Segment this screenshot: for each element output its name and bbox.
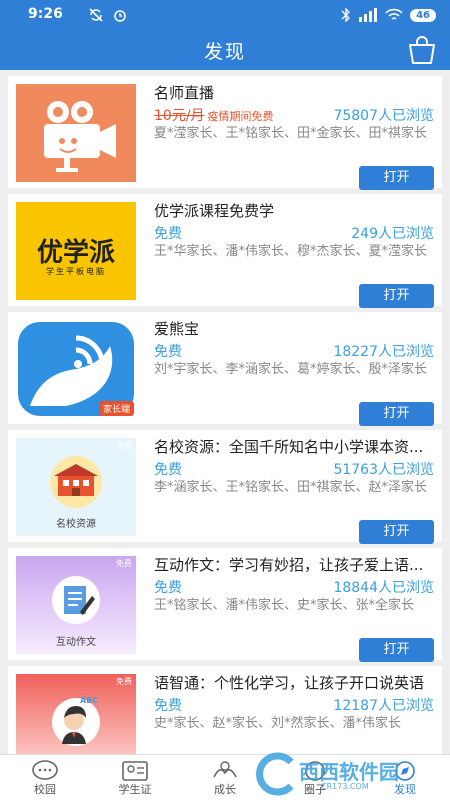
card-price: 免费 [154,226,182,242]
original-price: 10元/月 [154,108,205,124]
card-title: 爱熊宝 [154,320,200,338]
bluetooth-icon [341,7,350,23]
tab-campus[interactable]: 校园 [0,755,90,800]
page-title: 发现 [203,41,246,63]
wifi-icon [385,8,403,20]
price-note: 疫情期间免费 [207,110,274,123]
list-item[interactable]: 家长端 爱熊宝 免费 18227人已浏览 刘*宇家长、李*涵家长、葛*婷家长、殷… [8,312,442,426]
card-price: 免费 [154,462,182,478]
list-item[interactable]: ABC 免费 语智通：个性化学习，让孩子开口说英语 免费 12187人已浏览 史… [8,666,442,754]
thumb-corner-badge: 免费 [116,559,132,568]
shopping-bag-icon[interactable] [406,35,438,65]
thumb-corner-badge: 免费 [116,677,132,686]
visitor-list: 李*涵家长、王*铭家长、田*祺家长、赵*泽家长 [154,480,428,495]
battery-indicator: 46 [410,8,436,22]
open-button[interactable]: 打开 [359,402,434,426]
thumb-caption: 名校资源 [56,519,96,530]
growth-hands-icon [213,761,237,778]
card-thumbnail: 优学派 学生平板电脑 [16,202,136,300]
watermark-c-icon [256,752,294,796]
tab-student-id[interactable]: 学生证 [90,755,180,800]
view-count: 12187人已浏览 [333,698,434,714]
card-thumbnail [16,84,136,182]
watermark-logo: 西西软件园 CR173.COM [255,752,435,798]
list-item[interactable]: 免费 名校资源 名校资源：全国千所知名中小学课本资... 免费 51763人已浏… [8,430,442,544]
alarm-icon [114,10,126,22]
card-title: 名师直播 [154,84,215,102]
status-bar: 9:26 46 [0,0,450,30]
visitor-list: 史*家长、赵*家长、刘*然家长、潘*伟家长 [154,716,402,731]
chat-bubble-icon [32,760,58,780]
watermark-text: 西西软件园 [299,760,399,784]
card-price: 免费 [154,344,182,360]
card-thumbnail: 免费 互动作文 [16,556,136,654]
thumb-badge: 家长端 [98,401,134,416]
watermark-url: CR173.COM [321,782,369,791]
thumb-abc-text: ABC [80,696,99,705]
card-price: 免费 [154,580,182,596]
view-count: 51763人已浏览 [333,462,434,478]
tab-label: 学生证 [118,783,152,796]
visitor-list: 夏*滢家长、王*铭家长、田*金家长、田*祺家长 [154,126,428,141]
id-card-icon [122,761,148,781]
visitor-list: 王*华家长、潘*伟家长、穆*杰家长、夏*滢家长 [154,244,428,259]
discover-list: 名师直播 10元/月 疫情期间免费 75807人已浏览 夏*滢家长、王*铭家长、田… [0,72,450,754]
tab-label: 校园 [34,783,56,796]
list-item[interactable]: 免费 互动作文 互动作文：学习有妙招，让孩子爱上语... 免费 18844人已浏… [8,548,442,662]
card-thumbnail: 家长端 [16,320,136,418]
video-camera-icon [44,101,116,172]
visitor-list: 刘*宇家长、李*涵家长、葛*婷家长、殷*泽家长 [154,362,428,377]
visitor-list: 王*铭家长、潘*伟家长、史*家长、张*全家长 [154,598,415,613]
view-count: 18844人已浏览 [333,580,434,596]
open-button[interactable]: 打开 [359,638,434,662]
card-title: 互动作文：学习有妙招，让孩子爱上语... [154,556,424,574]
card-price: 免费 [154,698,182,714]
list-item[interactable]: 优学派 学生平板电脑 优学派课程免费学 免费 249人已浏览 王*华家长、潘*伟… [8,194,442,308]
view-count: 18227人已浏览 [333,344,434,360]
open-button[interactable]: 打开 [359,166,434,190]
thumb-brand-text: 优学派 [36,238,115,268]
view-count: 75807人已浏览 [333,108,434,124]
card-price: 10元/月 疫情期间免费 [154,105,274,125]
thumb-caption: 互动作文 [56,637,96,648]
open-button[interactable]: 打开 [359,284,434,308]
card-thumbnail: 免费 名校资源 [16,438,136,536]
view-count: 249人已浏览 [351,226,434,242]
signal-icon [359,8,378,22]
list-item[interactable]: 名师直播 10元/月 疫情期间免费 75807人已浏览 夏*滢家长、王*铭家长、田… [8,76,442,190]
status-time: 9:26 [28,6,63,22]
app-header: 发现 [0,30,450,70]
card-title: 名校资源：全国千所知名中小学课本资... [154,438,424,456]
thumb-corner-badge: 免费 [116,441,132,450]
card-thumbnail: ABC 免费 [16,674,136,754]
open-button[interactable]: 打开 [359,520,434,544]
card-title: 语智通：个性化学习，让孩子开口说英语 [154,674,425,692]
card-title: 优学派课程免费学 [154,202,275,220]
sync-off-icon [89,8,103,22]
thumb-brand-sub: 学生平板电脑 [46,267,106,276]
